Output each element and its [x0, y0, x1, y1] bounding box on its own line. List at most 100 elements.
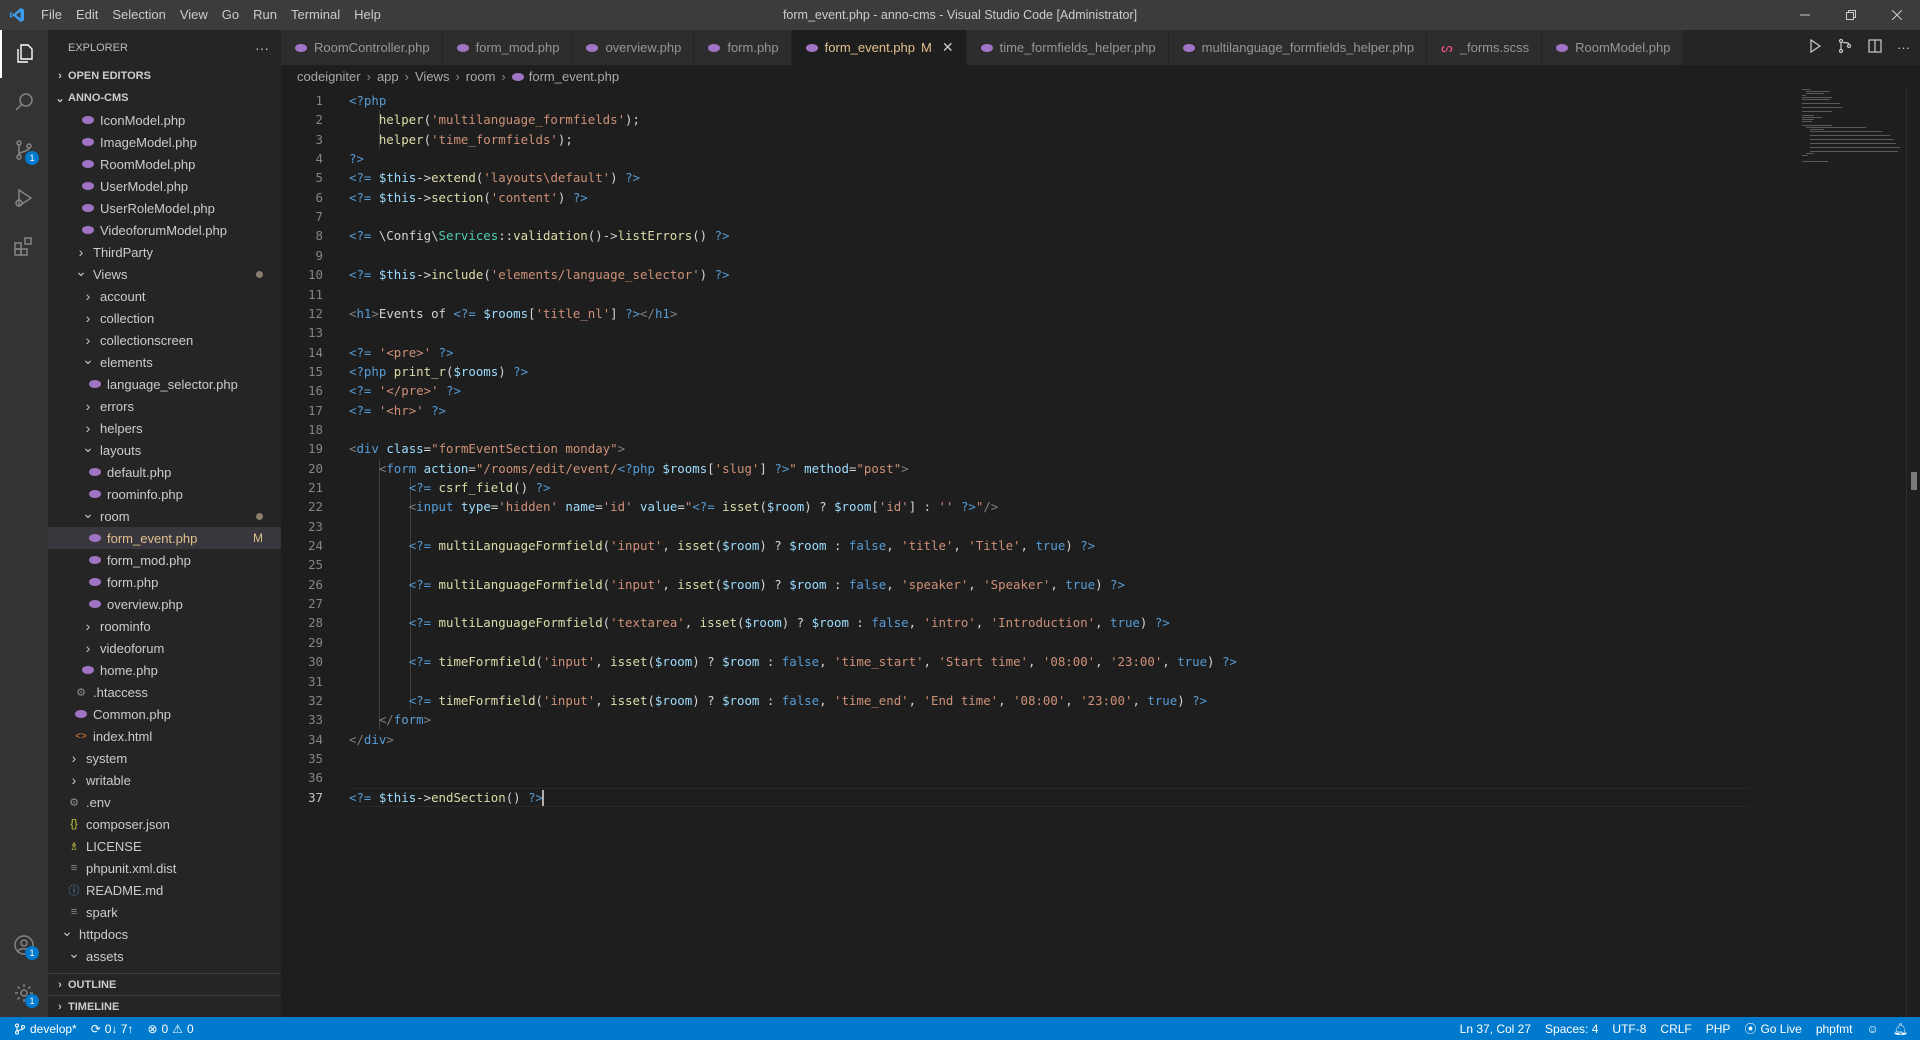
breadcrumb-item[interactable]: app	[377, 69, 399, 84]
menu-run[interactable]: Run	[246, 0, 284, 30]
language-mode[interactable]: PHP	[1699, 1017, 1738, 1040]
source-control-icon[interactable]: 1	[0, 126, 48, 174]
tree-item[interactable]: {} composer.json	[48, 813, 281, 835]
formatter-status[interactable]: phpfmt	[1809, 1017, 1860, 1040]
editor-tab[interactable]: form_event.php M ✕	[791, 30, 967, 65]
menu-view[interactable]: View	[173, 0, 215, 30]
encoding[interactable]: UTF-8	[1605, 1017, 1653, 1040]
editor-tab[interactable]: multilanguage_formfields_helper.php	[1168, 30, 1428, 65]
editor-tab[interactable]: RoomController.php	[281, 30, 443, 65]
menu-go[interactable]: Go	[215, 0, 246, 30]
tree-item[interactable]: ImageModel.php	[48, 131, 281, 153]
tree-item[interactable]: ⚙ .htaccess	[48, 681, 281, 703]
tree-item[interactable]: ⌄ layouts	[48, 439, 281, 461]
settings-gear-icon[interactable]: 1	[0, 969, 48, 1017]
tree-item[interactable]: form_mod.php	[48, 549, 281, 571]
tree-item[interactable]: UserRoleModel.php	[48, 197, 281, 219]
tree-item[interactable]: › videoforum	[48, 637, 281, 659]
sync-status[interactable]: ⟳ 0↓ 7↑	[84, 1017, 141, 1040]
explorer-icon[interactable]	[0, 30, 48, 78]
tree-item[interactable]: ⌄ room	[48, 505, 281, 527]
tree-item[interactable]: ≡ phpunit.xml.dist	[48, 857, 281, 879]
tree-item[interactable]: › system	[48, 747, 281, 769]
tree-item[interactable]: VideoforumModel.php	[48, 219, 281, 241]
more-actions-icon[interactable]: ···	[255, 40, 269, 56]
editor-tab[interactable]: form_mod.php	[442, 30, 573, 65]
tree-item[interactable]: language_selector.php	[48, 373, 281, 395]
tree-item[interactable]: IconModel.php	[48, 109, 281, 131]
breadcrumb-item[interactable]: codeigniter	[297, 69, 361, 84]
tree-item[interactable]: RoomModel.php	[48, 153, 281, 175]
line-ending[interactable]: CRLF	[1653, 1017, 1698, 1040]
restore-button[interactable]	[1828, 0, 1874, 30]
minimap[interactable]	[1796, 87, 1906, 167]
project-section[interactable]: ⌄ ANNO-CMS	[48, 87, 281, 109]
extensions-icon[interactable]	[0, 222, 48, 270]
tree-item[interactable]: form.php	[48, 571, 281, 593]
notifications-bell-icon[interactable]: 🔔︎	[1886, 1017, 1920, 1040]
tree-item[interactable]: default.php	[48, 461, 281, 483]
tree-item[interactable]: roominfo.php	[48, 483, 281, 505]
tree-item[interactable]: › writable	[48, 769, 281, 791]
cursor-position[interactable]: Ln 37, Col 27	[1453, 1017, 1538, 1040]
minimize-button[interactable]	[1782, 0, 1828, 30]
tree-item[interactable]: ≡ spark	[48, 901, 281, 923]
breadcrumb-item[interactable]: room	[466, 69, 496, 84]
menu-selection[interactable]: Selection	[105, 0, 172, 30]
accounts-icon[interactable]: 1	[0, 921, 48, 969]
close-tab-icon[interactable]: ✕	[942, 39, 954, 56]
tree-item[interactable]: › helpers	[48, 417, 281, 439]
tree-item[interactable]: UserModel.php	[48, 175, 281, 197]
outline-section[interactable]: › OUTLINE	[48, 973, 281, 995]
tree-item[interactable]: Common.php	[48, 703, 281, 725]
tree-item[interactable]: ⌄ Views	[48, 263, 281, 285]
php-file-icon	[80, 204, 96, 212]
vertical-scrollbar[interactable]	[1906, 87, 1920, 1017]
tree-item[interactable]: ⓘ README.md	[48, 879, 281, 901]
tree-item[interactable]: form_event.php M	[48, 527, 281, 549]
tree-item[interactable]: <> index.html	[48, 725, 281, 747]
tree-item[interactable]: ⌄ elements	[48, 351, 281, 373]
menu-help[interactable]: Help	[347, 0, 388, 30]
more-editor-actions-icon[interactable]: ···	[1897, 40, 1910, 55]
tree-item[interactable]: ⚙ .env	[48, 791, 281, 813]
indentation[interactable]: Spaces: 4	[1538, 1017, 1605, 1040]
editor-tab[interactable]: form.php	[694, 30, 792, 65]
split-editor-icon[interactable]	[1867, 38, 1883, 57]
tree-item-label: spark	[86, 904, 118, 920]
editor-tab[interactable]: overview.php	[572, 30, 695, 65]
search-icon[interactable]	[0, 78, 48, 126]
breadcrumb-item[interactable]: Views	[415, 69, 449, 84]
editor-tab[interactable]: ᔕ _forms.scss	[1427, 30, 1543, 65]
menu-terminal[interactable]: Terminal	[284, 0, 347, 30]
breadcrumb-item[interactable]: form_event.php	[529, 69, 619, 84]
tree-item[interactable]: › ThirdParty	[48, 241, 281, 263]
editor-tab[interactable]: RoomModel.php	[1542, 30, 1684, 65]
problems-status[interactable]: ⊗ 0 ⚠ 0	[140, 1017, 200, 1040]
tree-item[interactable]: › roominfo	[48, 615, 281, 637]
tree-item[interactable]: ⌄ httpdocs	[48, 923, 281, 945]
tree-item[interactable]: home.php	[48, 659, 281, 681]
timeline-section[interactable]: › TIMELINE	[48, 995, 281, 1017]
tree-item[interactable]: ⌄ assets	[48, 945, 281, 967]
chevron-down-icon: ⌄	[75, 262, 87, 279]
go-live-button[interactable]: ⦿ Go Live	[1737, 1017, 1808, 1040]
tree-item[interactable]: › errors	[48, 395, 281, 417]
tree-item[interactable]: ♗ LICENSE	[48, 835, 281, 857]
menu-edit[interactable]: Edit	[69, 0, 105, 30]
run-file-icon[interactable]	[1807, 38, 1823, 57]
feedback-icon[interactable]: ☺	[1860, 1017, 1886, 1040]
menu-file[interactable]: File	[34, 0, 69, 30]
run-debug-icon[interactable]	[0, 174, 48, 222]
tree-item[interactable]: › collection	[48, 307, 281, 329]
tree-item[interactable]: › collectionscreen	[48, 329, 281, 351]
tree-item[interactable]: overview.php	[48, 593, 281, 615]
open-editors-section[interactable]: › OPEN EDITORS	[48, 65, 281, 87]
open-changes-icon[interactable]	[1837, 38, 1853, 57]
code-editor[interactable]: 1 <?php 2 helper('multilanguage_formfields…	[281, 87, 1920, 1017]
git-branch-icon	[14, 1022, 26, 1035]
close-window-button[interactable]	[1874, 0, 1920, 30]
branch-status[interactable]: develop*	[0, 1017, 84, 1040]
editor-tab[interactable]: time_formfields_helper.php	[966, 30, 1169, 65]
tree-item[interactable]: › account	[48, 285, 281, 307]
